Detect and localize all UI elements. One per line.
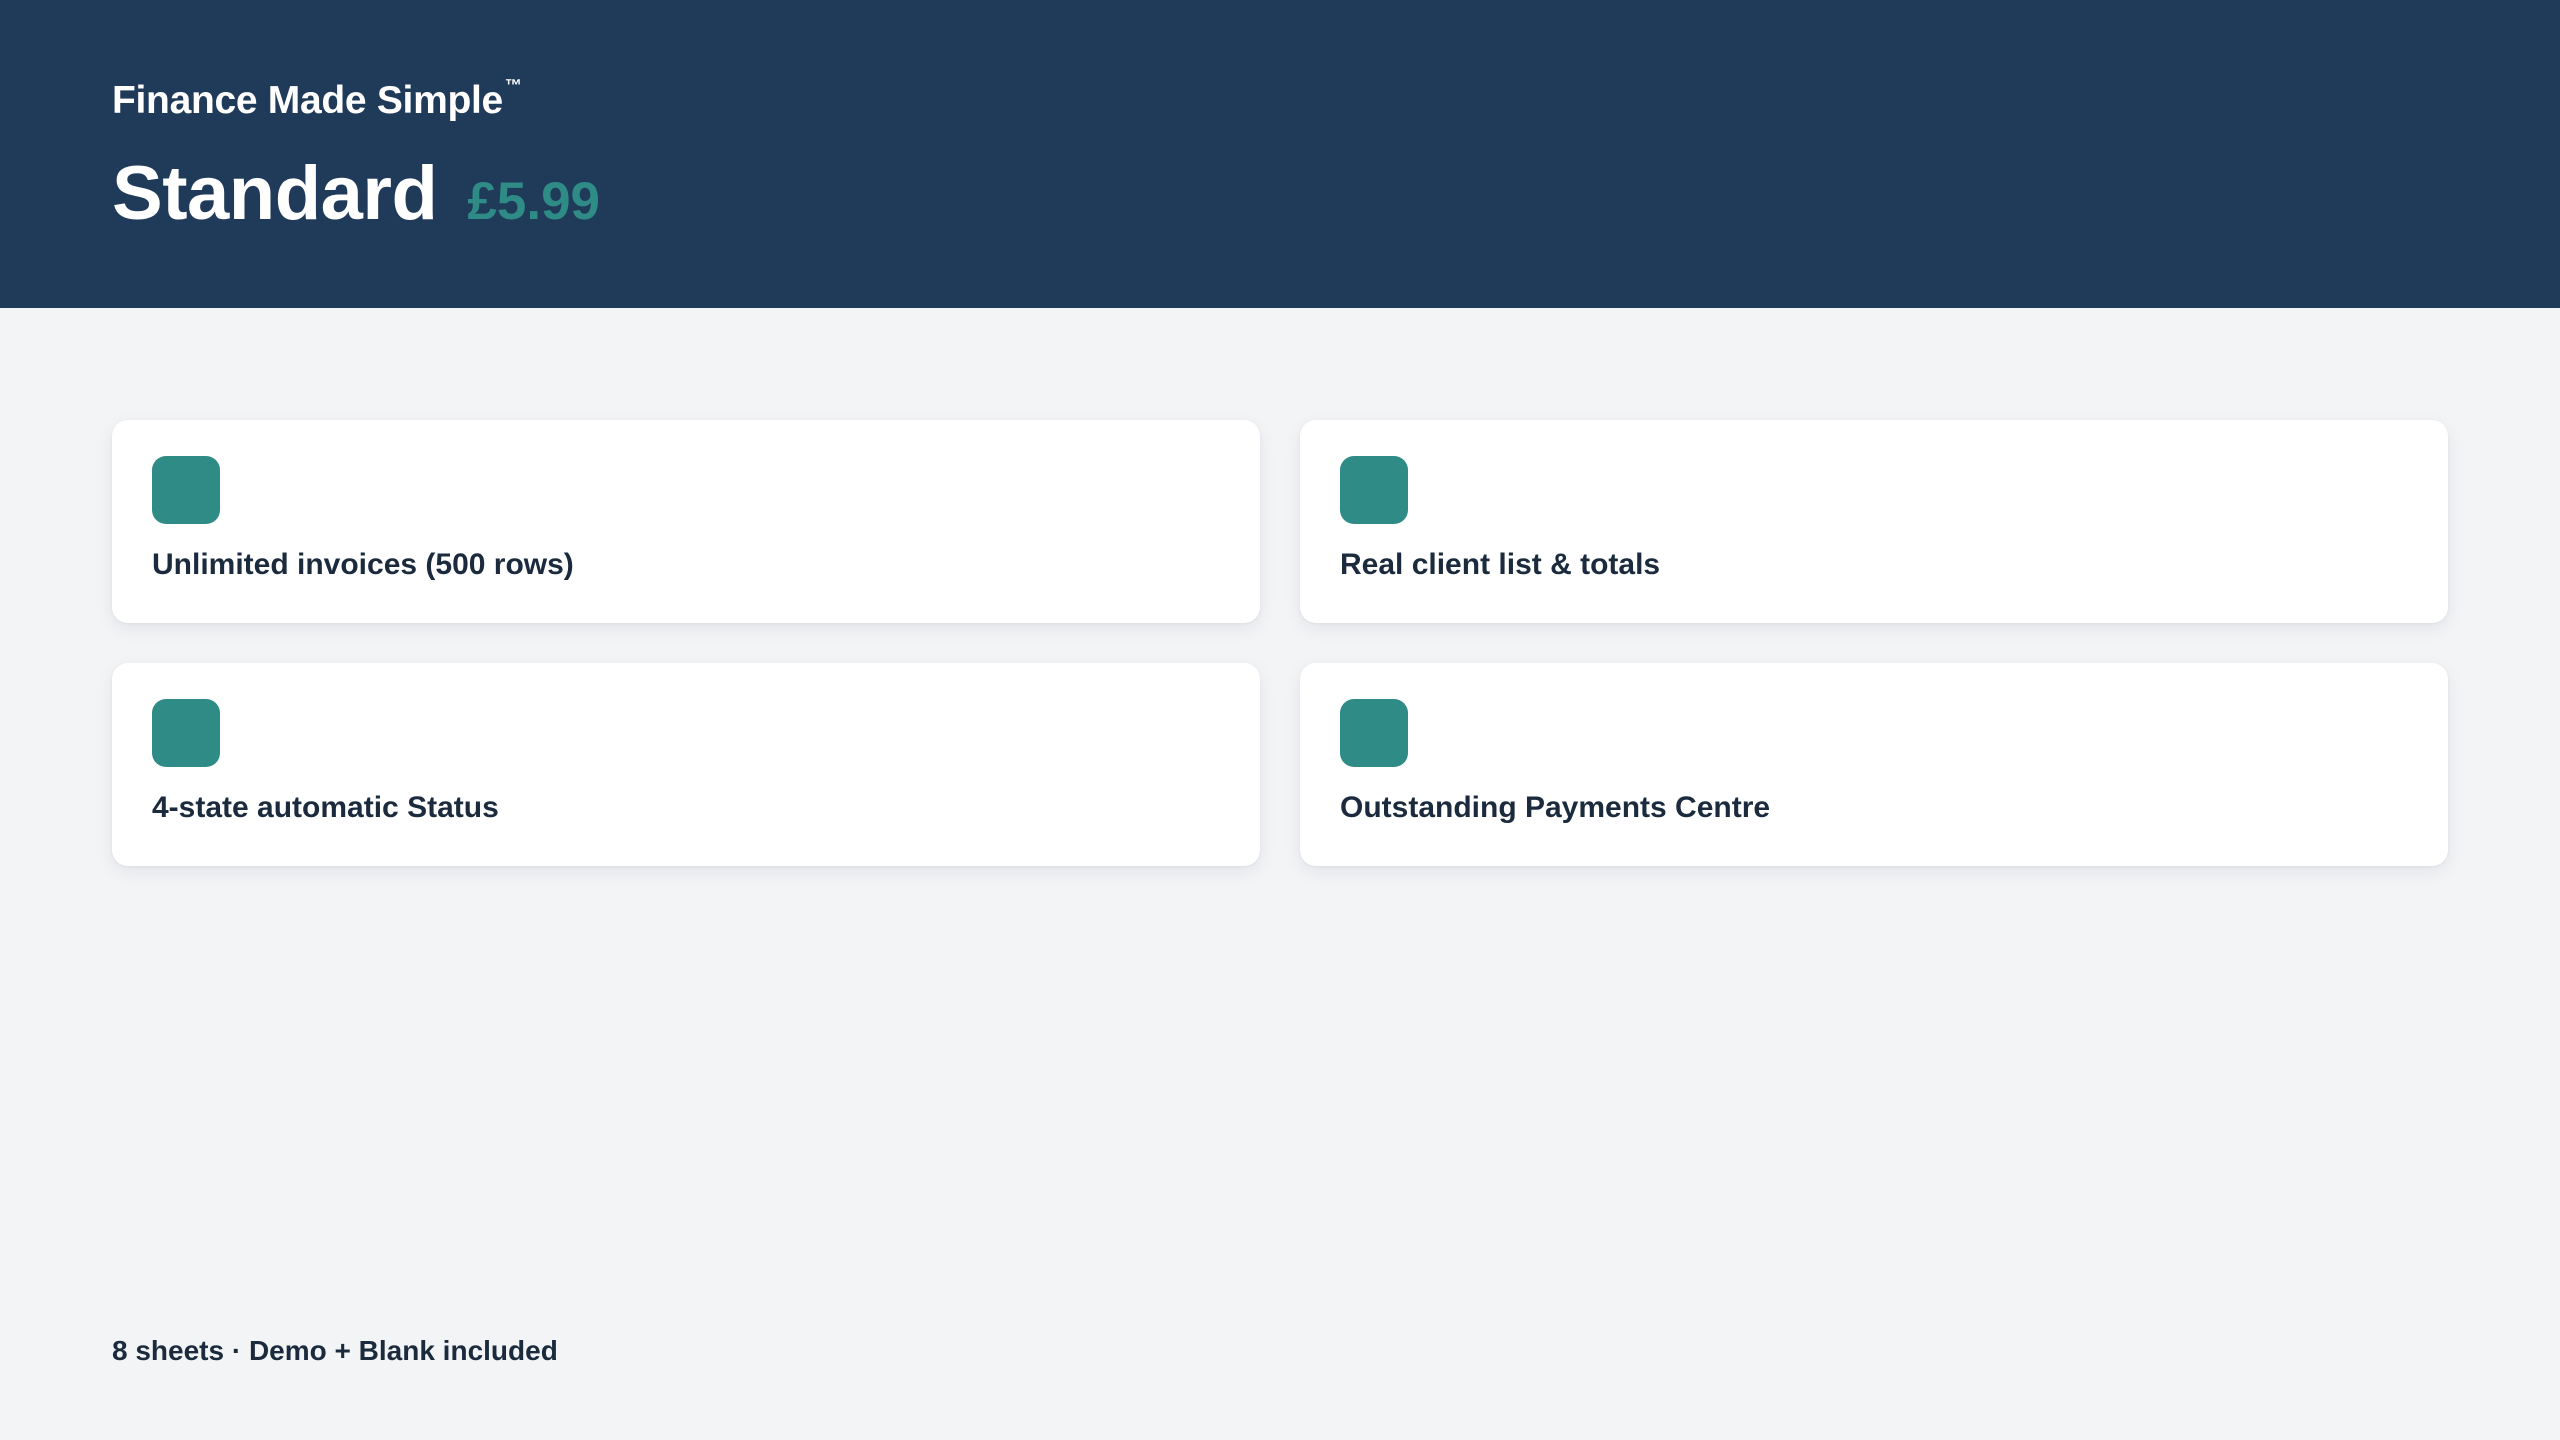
feature-card: Unlimited invoices (500 rows): [112, 420, 1260, 623]
trademark-mark: ™: [504, 76, 522, 95]
plan-name: Standard: [112, 151, 438, 236]
plan-title-row: Standard £5.99: [112, 150, 600, 237]
feature-icon: [1340, 699, 1408, 767]
feature-icon: [1340, 456, 1408, 524]
plan-price: £5.99: [467, 172, 601, 231]
header-banner: Finance Made Simple ™ Standard £5.99: [0, 0, 2560, 308]
feature-label: 4-state automatic Status: [152, 791, 499, 824]
brand-title: Finance Made Simple ™: [112, 76, 522, 123]
feature-card: 4-state automatic Status: [112, 663, 1260, 866]
feature-label: Real client list & totals: [1340, 548, 1661, 581]
feature-icon: [152, 456, 220, 524]
feature-label: Outstanding Payments Centre: [1340, 791, 1771, 824]
brand-name: Finance Made Simple: [112, 79, 503, 122]
feature-label: Unlimited invoices (500 rows): [152, 548, 574, 581]
feature-grid: Unlimited invoices (500 rows) Real clien…: [112, 420, 2448, 866]
feature-icon: [152, 699, 220, 767]
feature-section: Unlimited invoices (500 rows) Real clien…: [112, 420, 2448, 866]
feature-card: Real client list & totals: [1300, 420, 2448, 623]
footer-note: 8 sheets · Demo + Blank included: [112, 1335, 558, 1366]
feature-card: Outstanding Payments Centre: [1300, 663, 2448, 866]
